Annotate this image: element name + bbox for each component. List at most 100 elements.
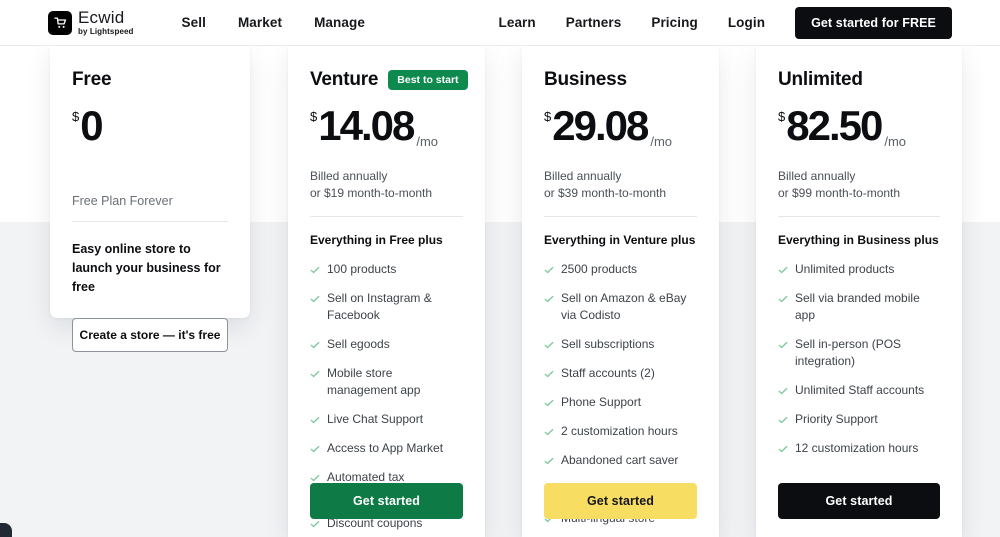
billing-info-business: Billed annually or $39 month-to-month [544, 168, 697, 202]
get-started-free-button[interactable]: Get started for FREE [795, 7, 952, 39]
plan-name-unlimited: Unlimited [778, 69, 863, 91]
includes-label-venture: Everything in Free plus [310, 233, 463, 247]
feature-label: Priority Support [795, 411, 878, 428]
check-icon [778, 294, 788, 304]
currency-symbol: $ [778, 109, 785, 124]
check-icon [310, 369, 320, 379]
feature-item: 2 customization hours [544, 423, 697, 440]
secondary-nav: Learn Partners Pricing Login Get started… [499, 7, 953, 39]
check-icon [544, 340, 554, 350]
feature-item: Phone Support [544, 394, 697, 411]
feature-item: 2500 products [544, 261, 697, 278]
site-header: Ecwid by Lightspeed Sell Market Manage L… [0, 0, 1000, 46]
feature-label: Sell egoods [327, 336, 390, 353]
check-icon [310, 340, 320, 350]
nav-item-manage[interactable]: Manage [314, 15, 365, 30]
ecwid-logo[interactable]: Ecwid by Lightspeed [48, 9, 134, 36]
feature-list-unlimited: Unlimited products Sell via branded mobil… [778, 261, 940, 457]
currency-symbol: $ [544, 109, 551, 124]
feature-label: Live Chat Support [327, 411, 423, 428]
best-to-start-badge: Best to start [388, 70, 467, 91]
get-started-button-venture[interactable]: Get started [310, 483, 463, 519]
feature-label: Abandoned cart saver [561, 452, 678, 469]
feature-label: Unlimited products [795, 261, 894, 278]
billing-line-1: Billed annually [778, 168, 940, 185]
price-amount: 0 [80, 106, 101, 146]
billing-line-2: or $19 month-to-month [310, 185, 463, 202]
feature-label: Sell in-person (POS integration) [795, 336, 940, 370]
feature-label: Sell subscriptions [561, 336, 654, 353]
feature-item: Sell subscriptions [544, 336, 697, 353]
feature-label: Unlimited Staff accounts [795, 382, 924, 399]
check-icon [310, 473, 320, 483]
plan-card-venture[interactable]: Venture Best to start $ 14.08 /mo Billed… [288, 46, 485, 537]
nav-item-market[interactable]: Market [238, 15, 282, 30]
plan-name-venture: Venture [310, 69, 378, 91]
check-icon [778, 386, 788, 396]
check-icon [778, 415, 788, 425]
check-icon [544, 398, 554, 408]
plan-name-business: Business [544, 69, 627, 91]
nav-item-pricing[interactable]: Pricing [651, 15, 697, 30]
check-icon [544, 265, 554, 275]
billing-line-1: Billed annually [544, 168, 697, 185]
plan-header-business: Business [544, 68, 697, 92]
check-icon [544, 427, 554, 437]
feature-item: Unlimited Staff accounts [778, 382, 940, 399]
plan-card-unlimited[interactable]: Unlimited $ 82.50 /mo Billed annually or… [756, 46, 962, 537]
plan-price-free: $ 0 [72, 106, 228, 152]
feature-label: 100 products [327, 261, 396, 278]
feature-item: Sell via branded mobile app [778, 290, 940, 324]
plan-card-business[interactable]: Business $ 29.08 /mo Billed annually or … [522, 46, 719, 537]
price-period: /mo [416, 134, 438, 149]
feature-item: Sell in-person (POS integration) [778, 336, 940, 370]
feature-label: Staff accounts (2) [561, 365, 655, 382]
feature-label: 2500 products [561, 261, 637, 278]
check-icon [310, 265, 320, 275]
shopping-cart-icon [48, 11, 72, 35]
feature-item: 100 products [310, 261, 463, 278]
check-icon [778, 265, 788, 275]
plan-header-free: Free [72, 68, 228, 92]
feature-item: Abandoned cart saver [544, 452, 697, 469]
currency-symbol: $ [310, 109, 317, 124]
check-icon [310, 519, 320, 529]
check-icon [778, 444, 788, 454]
feature-label: 12 customization hours [795, 440, 918, 457]
price-amount: 29.08 [552, 106, 647, 146]
nav-item-learn[interactable]: Learn [499, 15, 536, 30]
feature-item: Live Chat Support [310, 411, 463, 428]
feature-label: 2 customization hours [561, 423, 678, 440]
pricing-cards: Free $ 0 Free Plan Forever Easy online s… [0, 46, 1000, 537]
currency-symbol: $ [72, 109, 79, 124]
billing-info-venture: Billed annually or $19 month-to-month [310, 168, 463, 202]
feature-label: Sell on Instagram & Facebook [327, 290, 463, 324]
includes-label-unlimited: Everything in Business plus [778, 233, 940, 247]
feature-label: Sell on Amazon & eBay via Codisto [561, 290, 697, 324]
nav-item-login[interactable]: Login [728, 15, 765, 30]
divider [778, 216, 940, 217]
feature-label: Access to App Market [327, 440, 443, 457]
price-amount: 14.08 [318, 106, 413, 146]
feature-item: Mobile store management app [310, 365, 463, 399]
divider [310, 216, 463, 217]
get-started-button-business[interactable]: Get started [544, 483, 697, 519]
check-icon [778, 340, 788, 350]
nav-item-partners[interactable]: Partners [566, 15, 622, 30]
billing-line-2: or $39 month-to-month [544, 185, 697, 202]
primary-nav: Sell Market Manage [182, 15, 365, 30]
feature-item: Sell on Instagram & Facebook [310, 290, 463, 324]
check-icon [310, 415, 320, 425]
billing-line-1: Billed annually [310, 168, 463, 185]
feature-item: Sell on Amazon & eBay via Codisto [544, 290, 697, 324]
feature-label: Phone Support [561, 394, 641, 411]
feature-item: Staff accounts (2) [544, 365, 697, 382]
get-started-button-unlimited[interactable]: Get started [778, 483, 940, 519]
feature-item: 12 customization hours [778, 440, 940, 457]
plan-card-free[interactable]: Free $ 0 Free Plan Forever Easy online s… [50, 46, 250, 318]
check-icon [544, 369, 554, 379]
nav-item-sell[interactable]: Sell [182, 15, 206, 30]
check-icon [544, 456, 554, 466]
plan-price-venture: $ 14.08 /mo [310, 106, 463, 152]
create-a-store-button[interactable]: Create a store — it's free [72, 318, 228, 352]
